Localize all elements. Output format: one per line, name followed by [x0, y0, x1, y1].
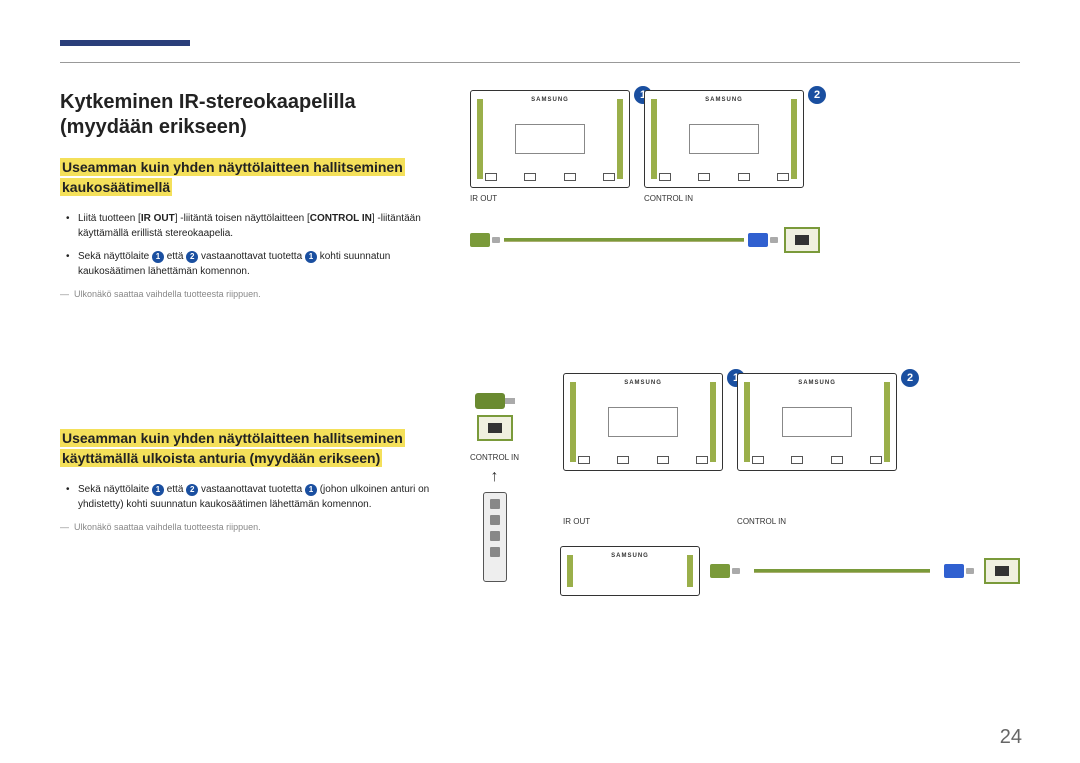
jack-box-icon: [784, 227, 820, 253]
monitor-1: SAMSUNG IR OUT 1: [563, 373, 723, 526]
top-rule: [60, 62, 1020, 63]
section-1-text: Useamman kuin yhden näyttölaitteen halli…: [60, 158, 440, 299]
sensor-column: CONTROL IN ↑: [470, 393, 519, 582]
subtitle-1-line1: Useamman kuin yhden näyttölaitteen halli…: [60, 158, 405, 176]
control-in-label: CONTROL IN: [470, 453, 519, 462]
jack-box-icon: [477, 415, 513, 441]
control-in-label: CONTROL IN: [644, 194, 804, 203]
badge-1-icon: 1: [152, 251, 164, 263]
badge-2-icon: 2: [808, 86, 826, 104]
monitor-back-icon: SAMSUNG: [644, 90, 804, 188]
diagram-2-lower: SAMSUNG: [560, 546, 1020, 596]
badge-1-icon: 1: [152, 484, 164, 496]
control-in-label: CONTROL IN: [737, 517, 897, 526]
ir-out-label: IR OUT: [563, 517, 723, 526]
jack-box-icon: [984, 558, 1020, 584]
section-2-bullets: Sekä näyttölaite 1 että 2 vastaanottavat…: [66, 482, 440, 512]
list-item: Liitä tuotteen [IR OUT] -liitäntä toisen…: [66, 211, 440, 241]
diagram-2: CONTROL IN ↑ SAMSUNG IR OUT: [470, 373, 1020, 596]
monitor-back-icon: SAMSUNG: [470, 90, 630, 188]
accent-bar: [60, 40, 190, 46]
list-item: Sekä näyttölaite 1 että 2 vastaanottavat…: [66, 249, 440, 279]
section-1-subtitle: Useamman kuin yhden näyttölaitteen halli…: [60, 158, 440, 197]
monitor-back-icon: SAMSUNG: [737, 373, 897, 471]
monitor-back-icon: SAMSUNG: [563, 373, 723, 471]
badge-2-icon: 2: [186, 484, 198, 496]
blue-plug-icon: [944, 564, 974, 578]
section-2-text: Useamman kuin yhden näyttölaitteen halli…: [60, 429, 440, 532]
monitor-small-icon: SAMSUNG: [560, 546, 700, 596]
list-item: Sekä näyttölaite 1 että 2 vastaanottavat…: [66, 482, 440, 512]
section-2-subtitle: Useamman kuin yhden näyttölaitteen halli…: [60, 429, 440, 468]
section-1-bullets: Liitä tuotteen [IR OUT] -liitäntä toisen…: [66, 211, 440, 279]
diagram-1: SAMSUNG IR OUT 1 SAMSUNG CONTROL IN 2: [470, 90, 1020, 203]
sensor-plug-icon: [475, 393, 515, 409]
badge-2-icon: 2: [186, 251, 198, 263]
green-plug-icon: [470, 233, 500, 247]
page: Kytkeminen IR-stereokaapelilla (myydään …: [0, 0, 1080, 763]
subtitle-2-line2: käyttämällä ulkoista anturia (myydään er…: [60, 449, 382, 467]
page-title: Kytkeminen IR-stereokaapelilla (myydään …: [60, 90, 440, 140]
green-plug-icon: [710, 564, 740, 578]
left-column: Kytkeminen IR-stereokaapelilla (myydään …: [60, 90, 440, 602]
subtitle-2-line1: Useamman kuin yhden näyttölaitteen halli…: [60, 429, 405, 447]
cable-1: [470, 227, 820, 253]
badge-2-icon: 2: [901, 369, 919, 387]
remote-control-icon: [483, 492, 507, 582]
page-number: 24: [1000, 726, 1022, 749]
note: Ulkonäkö saattaa vaihdella tuotteesta ri…: [60, 522, 440, 532]
blue-plug-icon: [748, 233, 778, 247]
badge-1-icon: 1: [305, 251, 317, 263]
arrow-up-icon: ↑: [491, 468, 499, 486]
badge-1-icon: 1: [305, 484, 317, 496]
right-column: SAMSUNG IR OUT 1 SAMSUNG CONTROL IN 2: [470, 90, 1020, 602]
monitor-2: SAMSUNG CONTROL IN 2: [644, 90, 804, 203]
content-columns: Kytkeminen IR-stereokaapelilla (myydään …: [60, 90, 1020, 602]
note: Ulkonäkö saattaa vaihdella tuotteesta ri…: [60, 289, 440, 299]
ir-out-label: IR OUT: [470, 194, 630, 203]
monitor-2: SAMSUNG CONTROL IN 2: [737, 373, 897, 526]
subtitle-1-line2: kaukosäätimellä: [60, 178, 172, 196]
monitor-1: SAMSUNG IR OUT 1: [470, 90, 630, 203]
